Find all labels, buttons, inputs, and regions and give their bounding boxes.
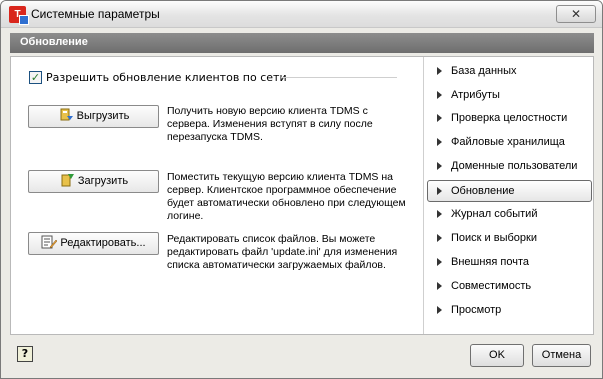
nav-item-label: Журнал событий	[451, 208, 538, 220]
content-panel: ✓ Разрешить обновление клиентов по сети …	[10, 56, 594, 335]
nav-item-label: База данных	[451, 65, 517, 77]
system-settings-dialog: T Системные параметры ✕ Обновление ✓ Раз…	[0, 0, 603, 379]
nav-arrow-icon	[437, 91, 442, 99]
nav-arrow-icon	[437, 306, 442, 314]
app-icon: T	[9, 6, 29, 25]
nav-item-label: Просмотр	[451, 304, 502, 316]
nav-item-label: Файловые хранилища	[451, 136, 565, 148]
cancel-button[interactable]: Отмена	[532, 344, 591, 367]
export-button[interactable]: Выгрузить	[28, 105, 159, 128]
section-title: Обновление	[10, 33, 594, 53]
import-description: Поместить текущую версию клиента TDMS на…	[167, 171, 406, 222]
allow-update-checkbox-label[interactable]: Разрешить обновление клиентов по сети	[46, 71, 287, 84]
title-bar: T Системные параметры ✕	[1, 1, 602, 28]
nav-arrow-icon	[437, 210, 442, 218]
nav-item-label: Совместимость	[451, 280, 532, 292]
edit-button[interactable]: Редактировать...	[28, 232, 159, 255]
nav-item-label: Обновление	[451, 185, 515, 197]
nav-item-update[interactable]: Обновление	[427, 180, 592, 202]
nav-item-label: Поиск и выборки	[451, 232, 537, 244]
nav-item-event-log[interactable]: Журнал событий	[427, 203, 592, 225]
nav-item-domain-users[interactable]: Доменные пользователи	[427, 155, 592, 177]
nav-item-search[interactable]: Поиск и выборки	[427, 227, 592, 249]
nav-arrow-icon	[437, 187, 442, 195]
separator-line	[281, 77, 397, 78]
nav-item-external-mail[interactable]: Внешняя почта	[427, 251, 592, 273]
export-button-label: Выгрузить	[76, 110, 130, 122]
nav-arrow-icon	[437, 67, 442, 75]
nav-item-label: Внешняя почта	[451, 256, 529, 268]
nav-arrow-icon	[437, 234, 442, 242]
import-icon	[59, 173, 75, 187]
edit-description: Редактировать список файлов. Вы можете р…	[167, 233, 398, 271]
export-icon	[58, 108, 74, 122]
window-title: Системные параметры	[31, 7, 160, 21]
close-button[interactable]: ✕	[556, 5, 596, 23]
nav-arrow-icon	[437, 138, 442, 146]
import-button-label: Загрузить	[77, 175, 129, 187]
nav-arrow-icon	[437, 114, 442, 122]
panel-divider	[423, 57, 424, 334]
nav-item-file-storages[interactable]: Файловые хранилища	[427, 131, 592, 153]
allow-update-checkbox[interactable]: ✓	[29, 71, 42, 84]
edit-button-label: Редактировать...	[60, 237, 146, 249]
ok-button[interactable]: OK	[470, 344, 524, 367]
export-description: Получить новую версию клиента TDMS с сер…	[167, 105, 373, 143]
import-button[interactable]: Загрузить	[28, 170, 159, 193]
nav-item-label: Доменные пользователи	[451, 160, 578, 172]
edit-list-icon	[41, 235, 58, 249]
nav-arrow-icon	[437, 258, 442, 266]
nav-item-database[interactable]: База данных	[427, 60, 592, 82]
help-button[interactable]: ?	[17, 346, 33, 362]
nav-arrow-icon	[437, 282, 442, 290]
nav-item-label: Проверка целостности	[451, 112, 568, 124]
nav-item-compatibility[interactable]: Совместимость	[427, 275, 592, 297]
nav-item-label: Атрибуты	[451, 89, 500, 101]
nav-item-view[interactable]: Просмотр	[427, 299, 592, 321]
nav-item-attributes[interactable]: Атрибуты	[427, 84, 592, 106]
nav-arrow-icon	[437, 162, 442, 170]
nav-item-integrity-check[interactable]: Проверка целостности	[427, 107, 592, 129]
